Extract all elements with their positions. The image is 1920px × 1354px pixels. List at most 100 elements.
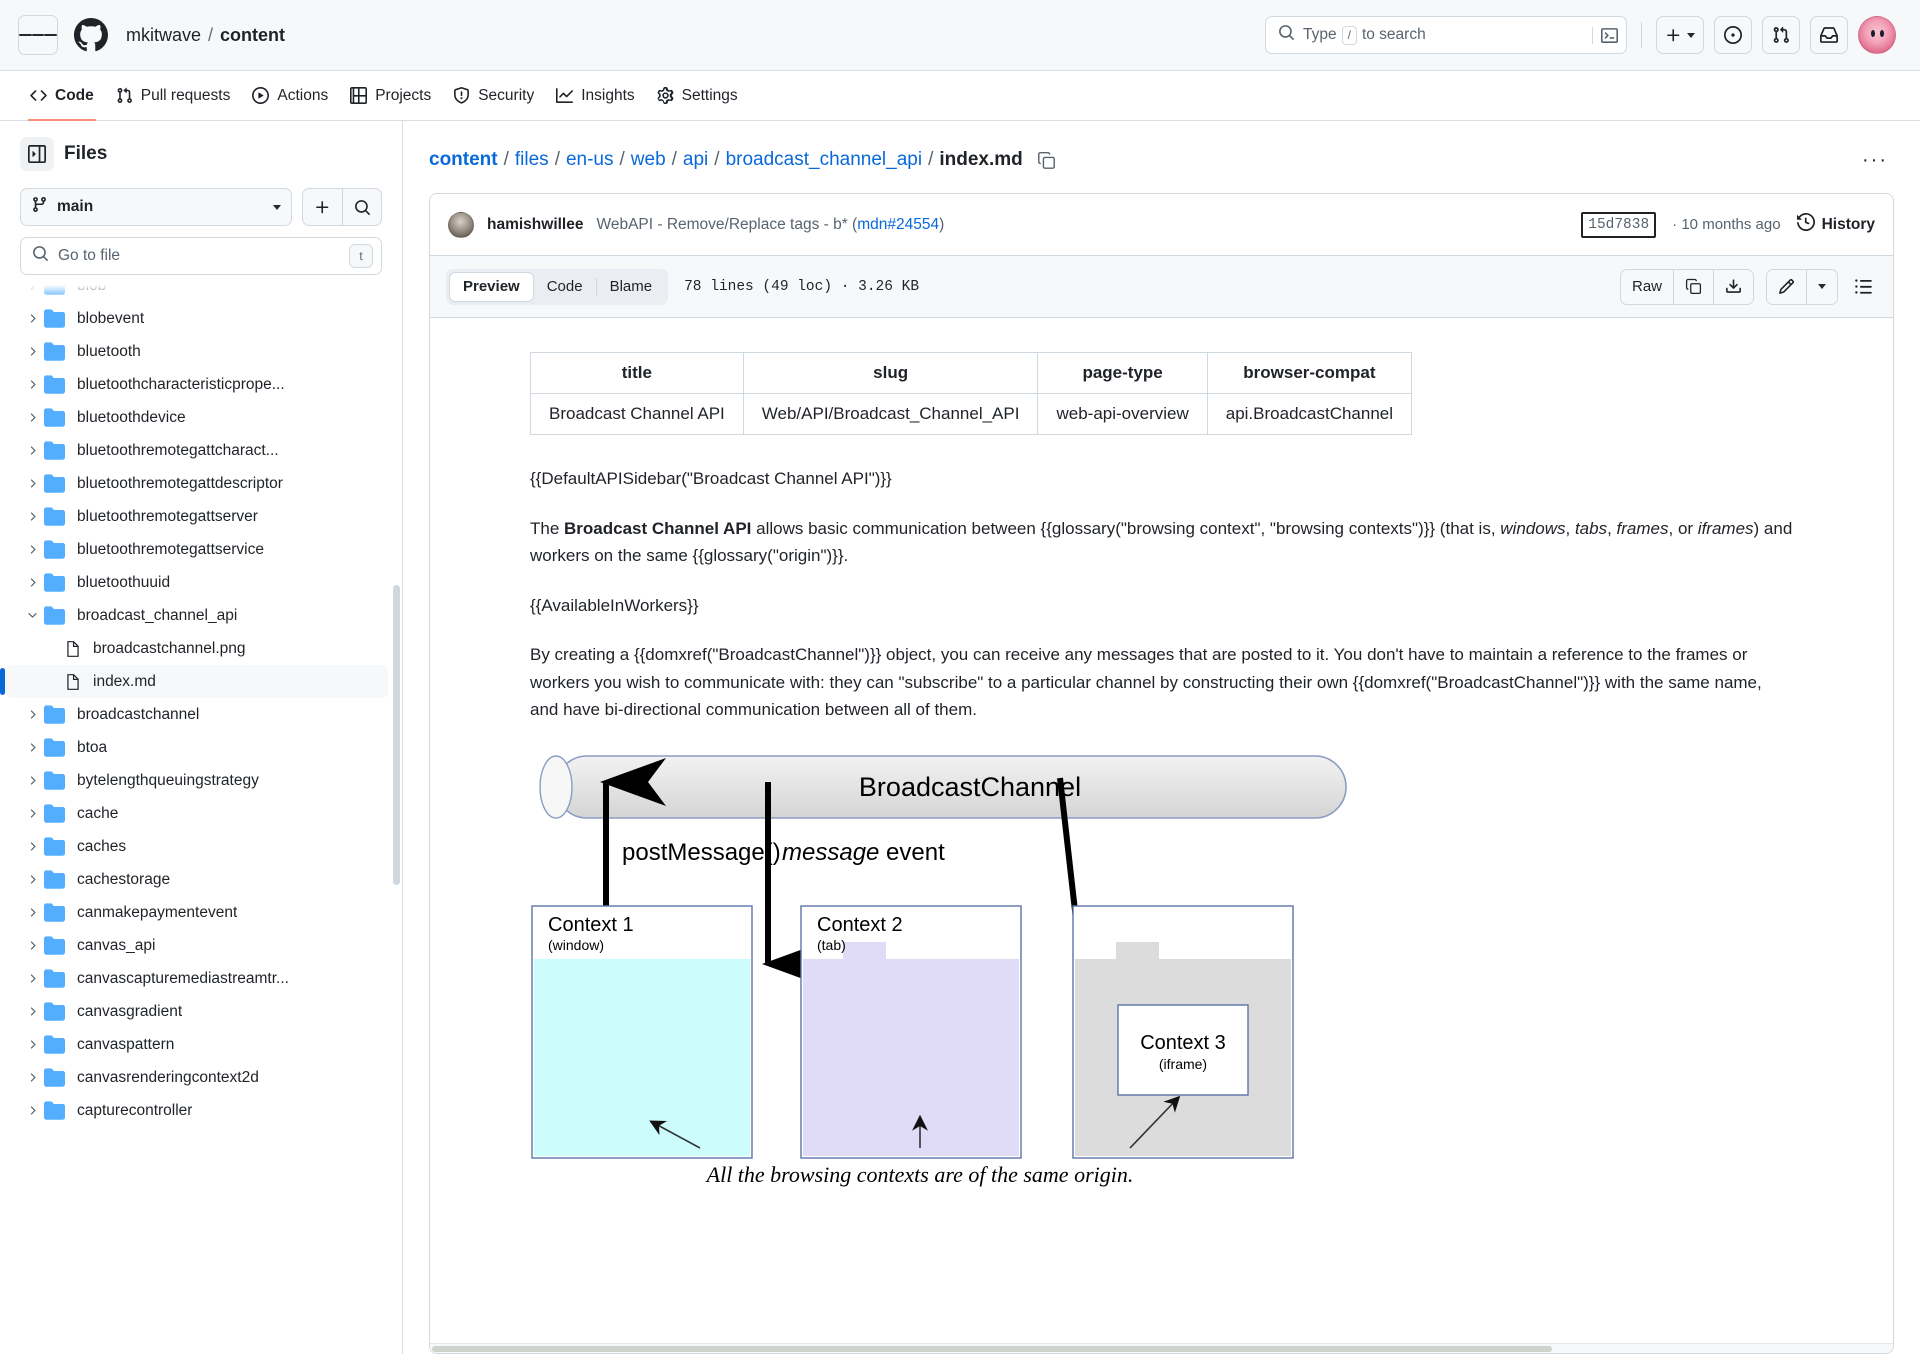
notifications-inbox-button[interactable]: [1810, 16, 1848, 54]
commit-issue-link[interactable]: mdn#24554: [857, 216, 939, 233]
file-tree: blob blobevent bluetooth bluetoothcharac…: [0, 285, 402, 1354]
table-cell-browser-compat: api.BroadcastChannel: [1207, 394, 1411, 435]
go-to-file-input[interactable]: Go to file t: [20, 237, 382, 275]
tab-preview[interactable]: Preview: [449, 272, 534, 302]
edit-dropdown-icon[interactable]: [1806, 269, 1838, 305]
tree-item-bluetoothdevice[interactable]: bluetoothdevice: [0, 401, 402, 434]
create-new-button[interactable]: [1656, 16, 1704, 54]
breadcrumb-content[interactable]: content: [429, 149, 498, 171]
raw-button[interactable]: Raw: [1620, 269, 1673, 305]
chevron-down-icon: [1687, 33, 1695, 38]
chevron-right-icon: [26, 972, 44, 985]
tree-item-canvasgradient[interactable]: canvasgradient: [0, 995, 402, 1028]
tree-item-canvas-api[interactable]: canvas_api: [0, 929, 402, 962]
breadcrumb-api[interactable]: api: [683, 149, 708, 171]
download-icon[interactable]: [1713, 269, 1754, 305]
folder-icon: [44, 539, 66, 560]
commit-sha[interactable]: 15d7838: [1581, 212, 1656, 238]
search-placeholder: Type / to search: [1303, 26, 1584, 45]
tab-blame[interactable]: Blame: [597, 272, 666, 302]
breadcrumb-current-file: index.md: [939, 149, 1022, 171]
tab-code[interactable]: Code: [534, 272, 596, 302]
sidebar-controls: main: [20, 188, 382, 226]
global-search-input[interactable]: Type / to search: [1265, 16, 1627, 54]
search-files-button[interactable]: [342, 188, 382, 226]
tree-item-bluetooth[interactable]: bluetooth: [0, 335, 402, 368]
tree-item-label: bluetoothdevice: [77, 409, 186, 427]
horizontal-scrollbar[interactable]: [430, 1343, 1893, 1353]
broadcastchannel-diagram: BroadcastChannel postMessage() message e…: [530, 746, 1520, 1216]
user-avatar[interactable]: [1858, 16, 1896, 54]
tree-item-label: broadcastchannel: [77, 706, 199, 724]
tree-item-canvaspattern[interactable]: canvaspattern: [0, 1028, 402, 1061]
chevron-right-icon: [26, 906, 44, 919]
sidebar-scrollbar[interactable]: [393, 585, 400, 885]
tree-item-index-md[interactable]: index.md: [6, 665, 388, 698]
commit-author-avatar[interactable]: [448, 212, 474, 238]
repo-nav-actions[interactable]: Actions: [242, 71, 338, 120]
folder-icon: [44, 1100, 66, 1121]
breadcrumb-broadcast-channel-api[interactable]: broadcast_channel_api: [726, 149, 923, 171]
repo-nav-insights-label: Insights: [581, 88, 634, 104]
tree-item-bytelengthqueuingstrategy[interactable]: bytelengthqueuingstrategy: [0, 764, 402, 797]
add-file-button[interactable]: [302, 188, 342, 226]
history-button[interactable]: History: [1797, 213, 1875, 236]
tree-item-label: blob: [77, 285, 106, 295]
copy-raw-contents-icon[interactable]: [1673, 269, 1713, 305]
tree-item-label: capturecontroller: [77, 1102, 192, 1120]
breadcrumb-en-us[interactable]: en-us: [566, 149, 614, 171]
chevron-right-icon: [26, 774, 44, 787]
tree-item-bluetoothremotegattcharacteristic[interactable]: bluetoothremotegattcharact...: [0, 434, 402, 467]
repo-name-link[interactable]: content: [220, 25, 285, 46]
tree-item-broadcastchannel-png[interactable]: broadcastchannel.png: [0, 632, 402, 665]
tree-item-btoa[interactable]: btoa: [0, 731, 402, 764]
tree-item-canvasrenderingcontext2d[interactable]: canvasrenderingcontext2d: [0, 1061, 402, 1094]
sidebar-collapse-icon[interactable]: [20, 137, 54, 171]
tree-item-bluetoothcharacteristicproperties[interactable]: bluetoothcharacteristicprope...: [0, 368, 402, 401]
tree-item-broadcastchannel[interactable]: broadcastchannel: [0, 698, 402, 731]
tree-item-blobevent[interactable]: blobevent: [0, 302, 402, 335]
breadcrumb-separator: /: [620, 149, 625, 171]
branch-selector[interactable]: main: [20, 188, 292, 226]
tree-item-blob[interactable]: blob: [0, 285, 402, 302]
tree-item-bluetoothuuid[interactable]: bluetoothuuid: [0, 566, 402, 599]
description-paragraph: By creating a {{domxref("BroadcastChanne…: [530, 641, 1793, 724]
pull-requests-button[interactable]: [1762, 16, 1800, 54]
tree-item-cache[interactable]: cache: [0, 797, 402, 830]
tree-item-broadcast-channel-api[interactable]: broadcast_channel_api: [0, 599, 402, 632]
github-logo-icon[interactable]: [74, 18, 108, 52]
pencil-icon[interactable]: [1766, 269, 1806, 305]
tree-item-cachestorage[interactable]: cachestorage: [0, 863, 402, 896]
repo-nav-projects[interactable]: Projects: [340, 71, 441, 120]
tree-item-bluetoothremotegattserver[interactable]: bluetoothremotegattserver: [0, 500, 402, 533]
outline-list-icon[interactable]: [1850, 277, 1877, 296]
breadcrumb-web[interactable]: web: [631, 149, 666, 171]
command-palette-icon[interactable]: [1592, 27, 1618, 44]
main-content: content / files / en-us / web / api / br…: [403, 121, 1920, 1354]
repo-nav-insights[interactable]: Insights: [546, 71, 644, 120]
repo-nav-pull-requests[interactable]: Pull requests: [106, 71, 241, 120]
tree-item-bluetoothremotegattservice[interactable]: bluetoothremotegattservice: [0, 533, 402, 566]
repo-nav-code[interactable]: Code: [20, 71, 104, 120]
chevron-right-icon: [26, 477, 44, 490]
issues-button[interactable]: [1714, 16, 1752, 54]
breadcrumb-files[interactable]: files: [515, 149, 549, 171]
tree-item-label: bluetoothremotegattserver: [77, 508, 258, 526]
chevron-right-icon: [26, 543, 44, 556]
code-icon: [30, 87, 47, 104]
tree-item-canmakepaymentevent[interactable]: canmakepaymentevent: [0, 896, 402, 929]
tree-item-bluetoothremotegattdescriptor[interactable]: bluetoothremotegattdescriptor: [0, 467, 402, 500]
copy-path-icon[interactable]: [1037, 151, 1056, 170]
repo-nav-security[interactable]: Security: [443, 71, 544, 120]
commit-author-name[interactable]: hamishwillee: [487, 216, 583, 234]
repo-owner-link[interactable]: mkitwave: [126, 25, 201, 46]
tree-item-caches[interactable]: caches: [0, 830, 402, 863]
table-icon: [350, 87, 367, 104]
kebab-horizontal-icon[interactable]: ···: [1856, 143, 1894, 177]
repo-nav-settings[interactable]: Settings: [647, 71, 748, 120]
tree-item-capturecontroller[interactable]: capturecontroller: [0, 1094, 402, 1127]
commit-meta: 15d7838 · 10 months ago History: [1581, 212, 1875, 238]
chevron-right-icon: [26, 444, 44, 457]
tree-item-canvascapturemediastreamtrack[interactable]: canvascapturemediastreamtr...: [0, 962, 402, 995]
hamburger-menu-icon[interactable]: [18, 15, 58, 55]
